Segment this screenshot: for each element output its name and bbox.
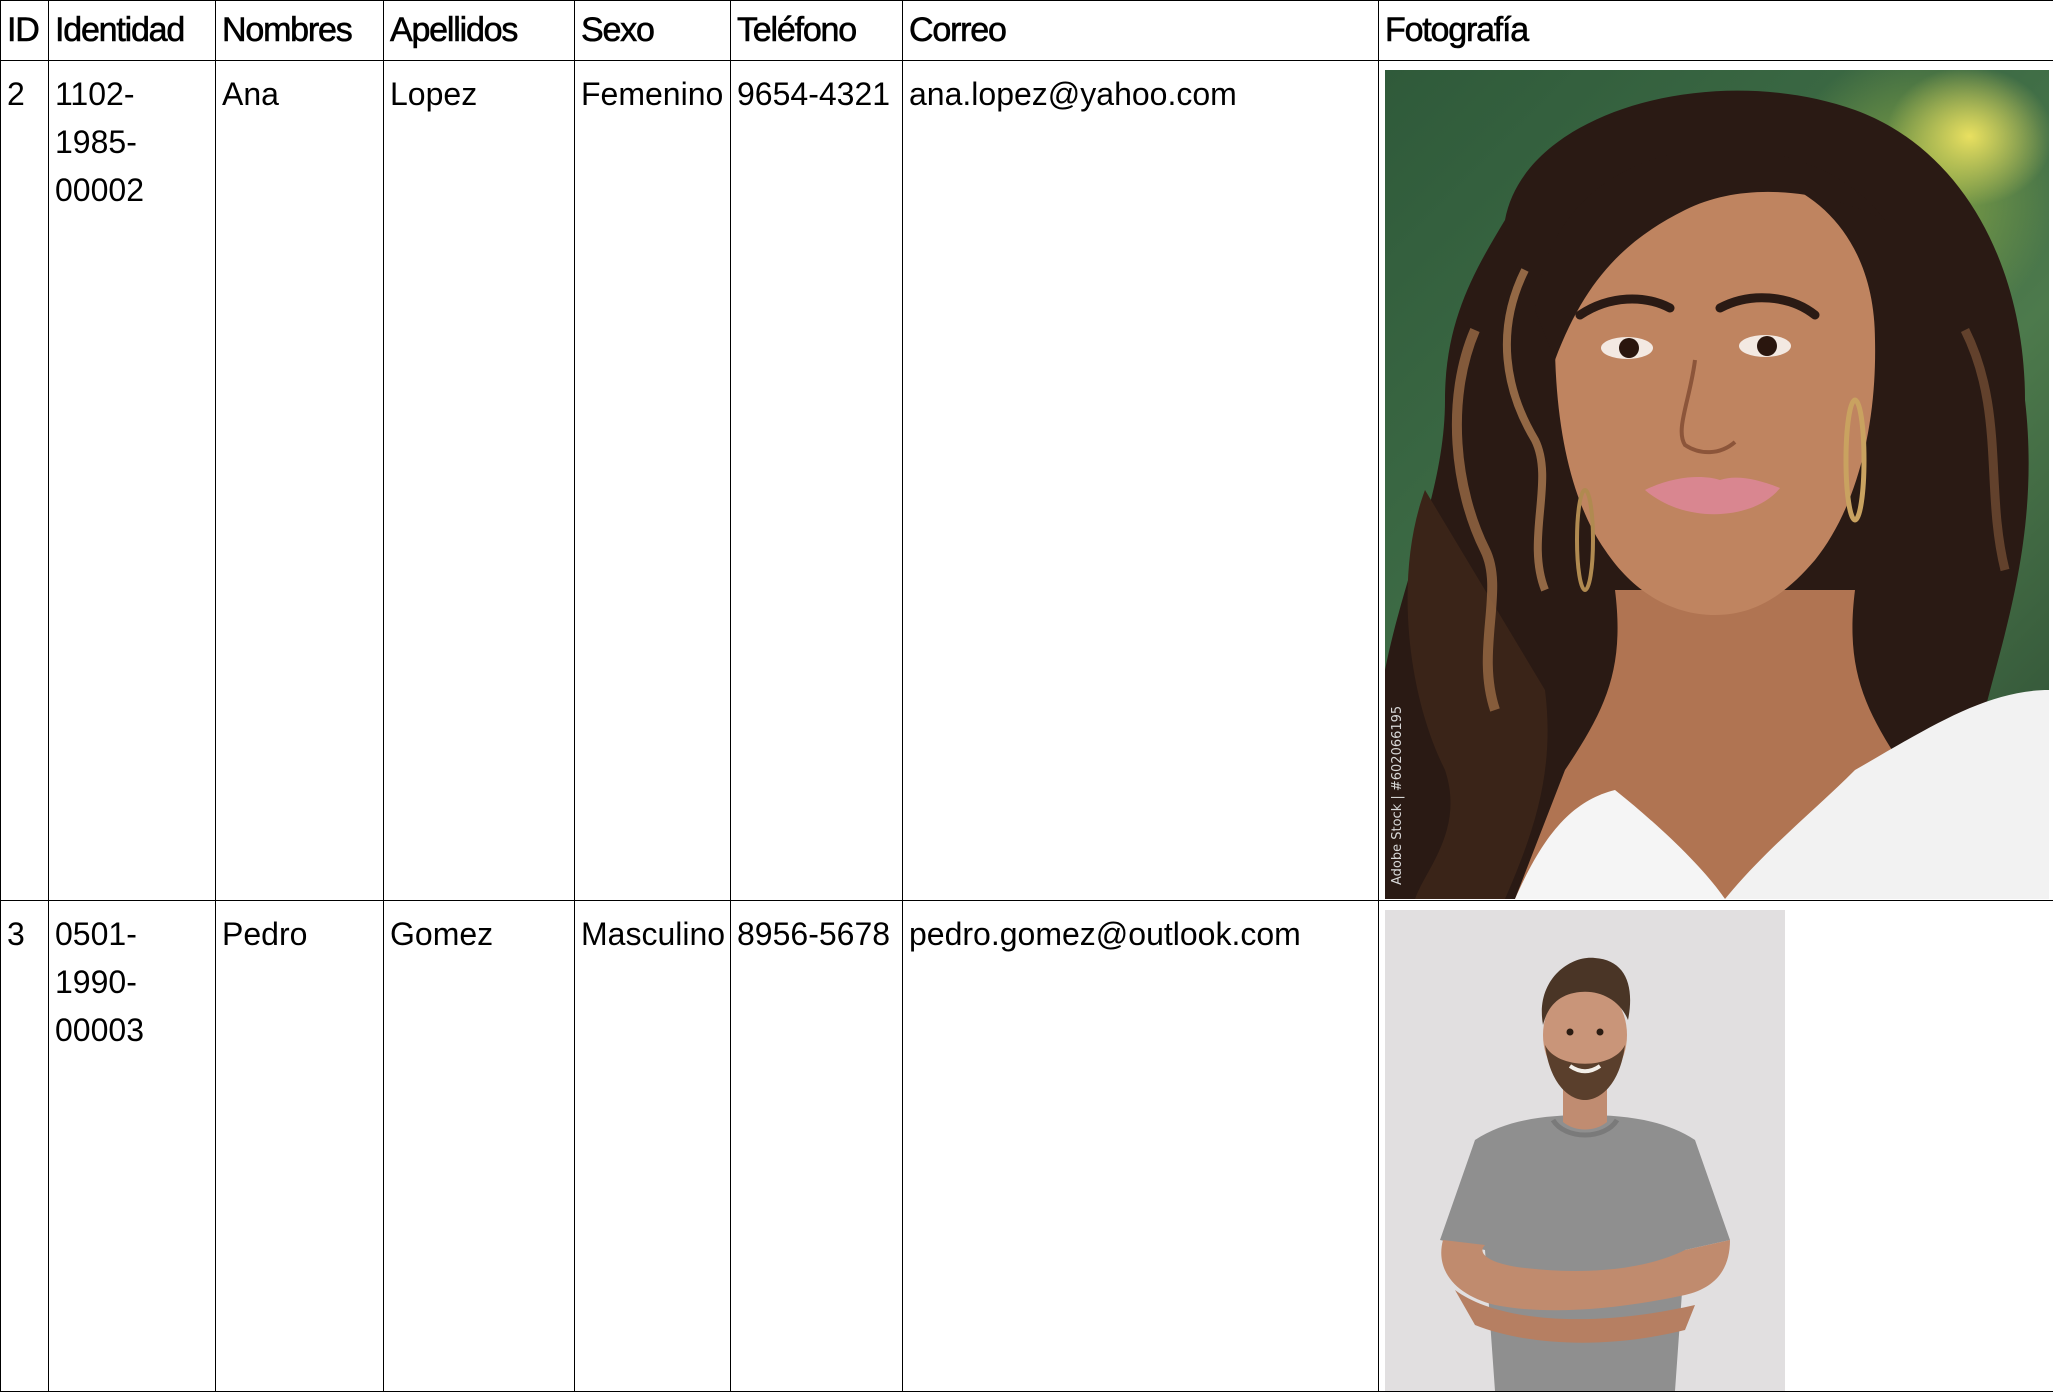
portrait-woman-image xyxy=(1385,90,2049,899)
header-apellidos: Apellidos xyxy=(383,0,575,61)
identidad-part: 00002 xyxy=(55,172,144,208)
header-correo: Correo xyxy=(902,0,1379,61)
header-telefono: Teléfono xyxy=(730,0,903,61)
header-sexo: Sexo xyxy=(574,0,731,61)
cell-sexo: Masculino xyxy=(574,900,731,1392)
identidad-part: 1102- xyxy=(55,76,135,112)
cell-apellidos: Lopez xyxy=(383,60,575,901)
table-row: 2 1102- 1985- 00002 Ana Lopez Femenino 9… xyxy=(0,60,2053,901)
cell-apellidos: Gomez xyxy=(383,900,575,1392)
identidad-part: 00003 xyxy=(55,1012,144,1048)
cell-correo: pedro.gomez@outlook.com xyxy=(902,900,1379,1392)
header-nombres: Nombres xyxy=(215,0,384,61)
cell-telefono: 9654-4321 xyxy=(730,60,903,901)
header-id: ID xyxy=(0,0,49,61)
cell-sexo: Femenino xyxy=(574,60,731,901)
identidad-part: 1990- xyxy=(55,964,137,1000)
photo-watermark: Adobe Stock | #602066195 xyxy=(1390,705,1405,885)
header-identidad: Identidad xyxy=(48,0,216,61)
cell-id: 2 xyxy=(0,60,49,901)
cell-identidad: 1102- 1985- 00002 xyxy=(48,60,216,901)
cell-id: 3 xyxy=(0,900,49,1392)
header-row: ID Identidad Nombres Apellidos Sexo Telé… xyxy=(0,0,2053,61)
identidad-part: 0501- xyxy=(55,916,137,952)
table-row: 3 0501- 1990- 00003 Pedro Gomez Masculin… xyxy=(0,900,2053,1392)
photo-ana-lopez: Adobe Stock | #602066195 xyxy=(1385,70,2049,899)
records-table: ID Identidad Nombres Apellidos Sexo Telé… xyxy=(0,0,2053,1392)
cell-nombres: Pedro xyxy=(215,900,384,1392)
cell-fotografia: Adobe Stock | #602066195 xyxy=(1378,60,2053,901)
cell-telefono: 8956-5678 xyxy=(730,900,903,1392)
cell-identidad: 0501- 1990- 00003 xyxy=(48,900,216,1392)
cell-nombres: Ana xyxy=(215,60,384,901)
photo-pedro-gomez xyxy=(1385,910,1785,1391)
identidad-part: 1985- xyxy=(55,124,137,160)
portrait-man-image xyxy=(1440,957,1730,1391)
cell-correo: ana.lopez@yahoo.com xyxy=(902,60,1379,901)
header-fotografia: Fotografía xyxy=(1378,0,2053,61)
cell-fotografia xyxy=(1378,900,2053,1392)
